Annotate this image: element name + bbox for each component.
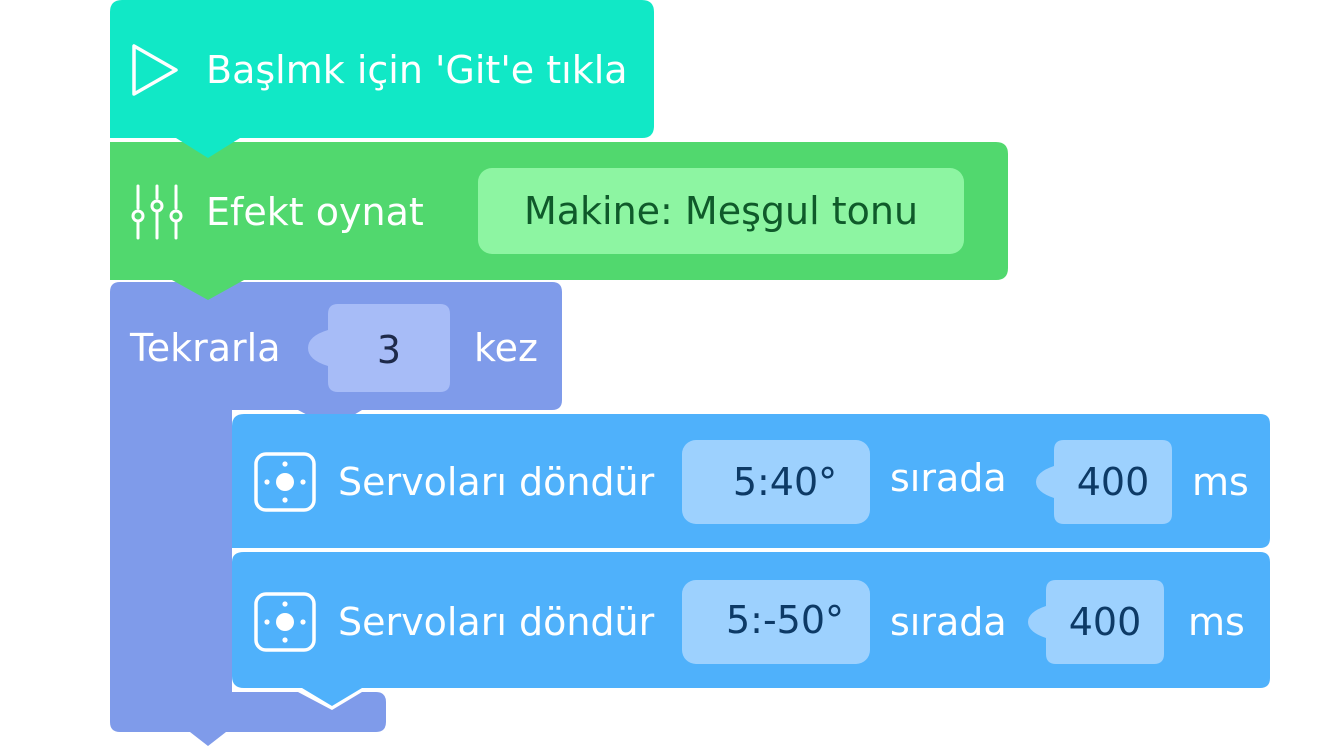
servo-1-unit-label: ms <box>1192 460 1249 504</box>
repeat-count-value: 3 <box>376 328 402 372</box>
servo-2-middle-label: sırada <box>890 600 1007 644</box>
servo-1-angle-value: 5:40° <box>732 460 838 504</box>
servo-2-duration-value: 400 <box>1068 600 1142 644</box>
servo-2-label: Servoları döndür <box>338 600 655 644</box>
servo-1-label: Servoları döndür <box>338 460 655 504</box>
servo-1-duration-value: 400 <box>1076 460 1150 504</box>
repeat-block-suffix: kez <box>474 326 538 370</box>
servo-2-angle-value: 5:-50° <box>725 598 845 642</box>
servo-2-unit-label: ms <box>1188 600 1245 644</box>
effect-value-text: Makine: Meşgul tonu <box>523 189 919 233</box>
servo-1-middle-label: sırada <box>890 456 1007 500</box>
effect-block-label: Efekt oynat <box>206 190 424 234</box>
start-block-label: Başlmk için 'Git'e tıkla <box>206 48 628 92</box>
repeat-block-label: Tekrarla <box>130 326 281 370</box>
